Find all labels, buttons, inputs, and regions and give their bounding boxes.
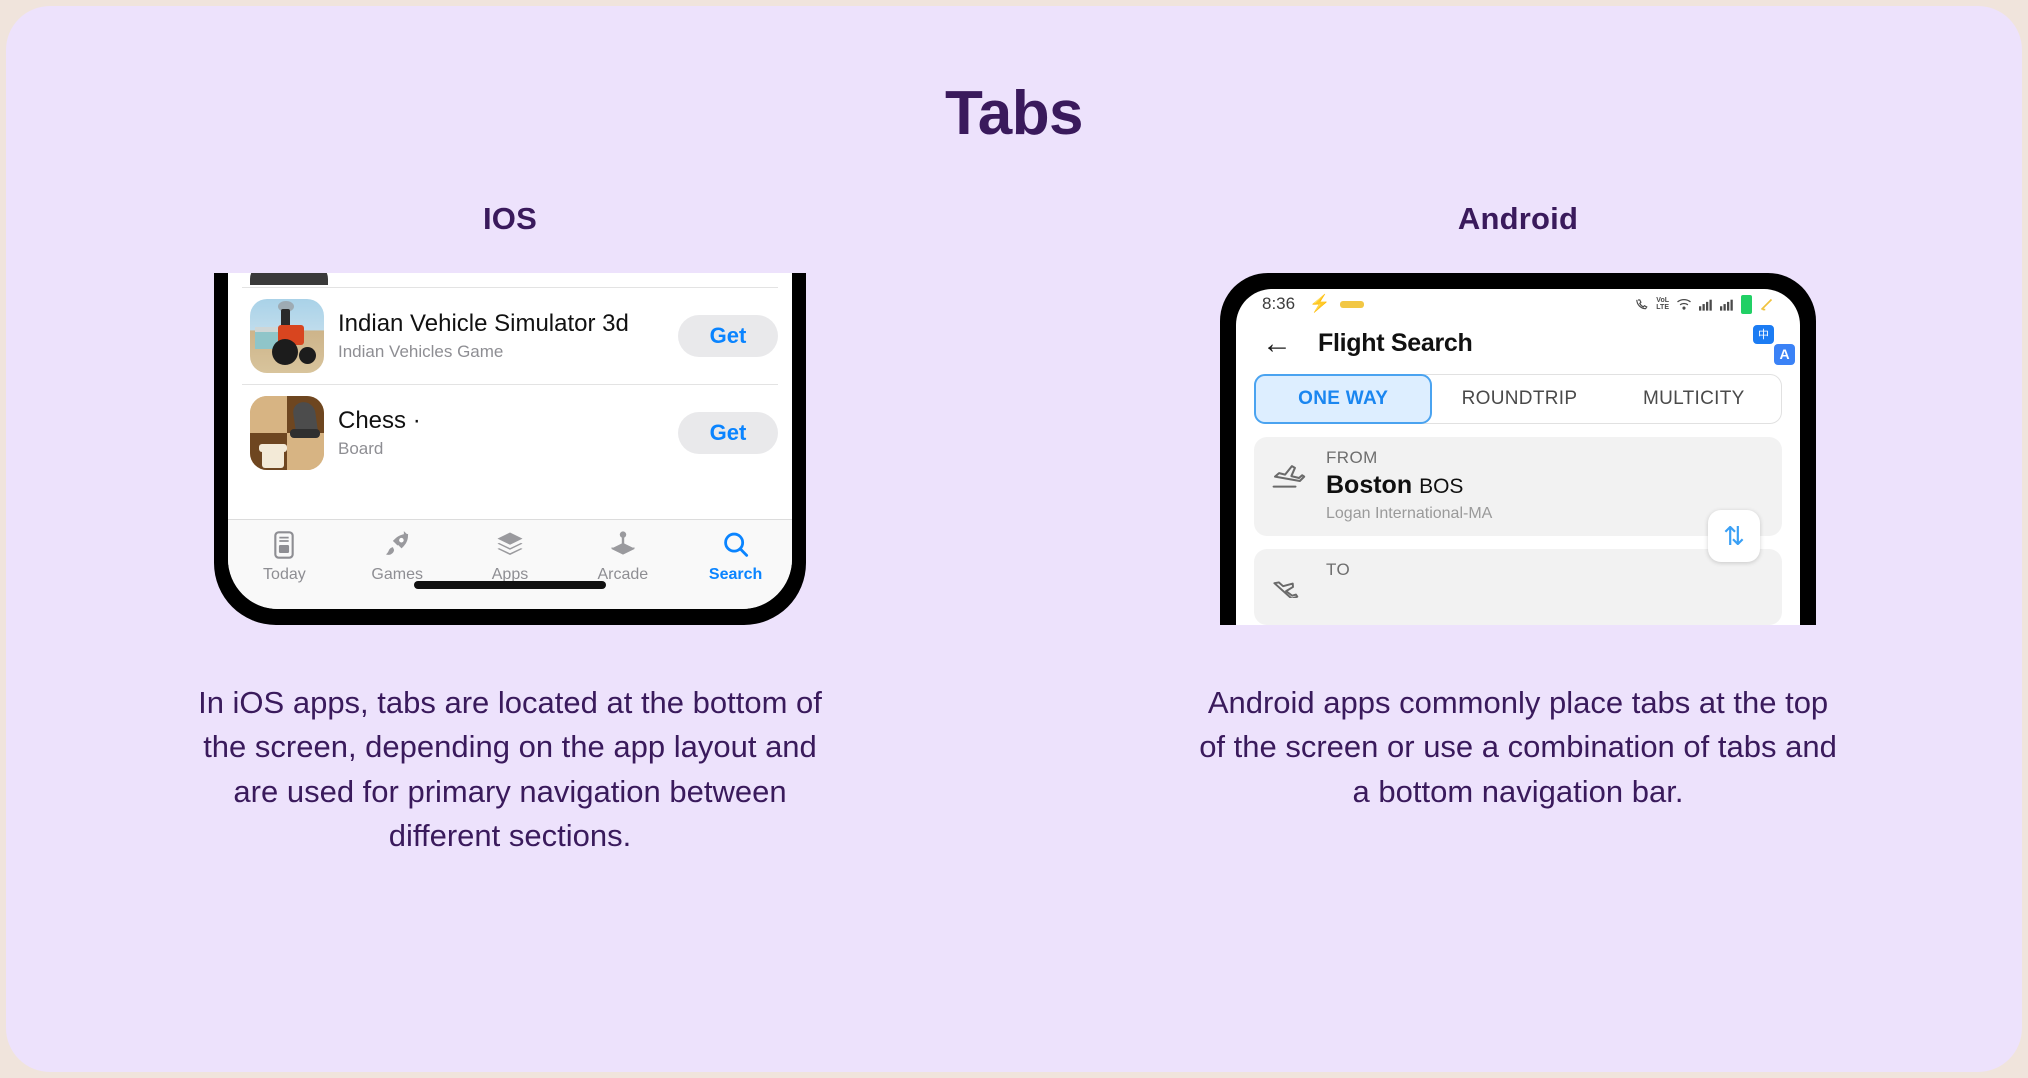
notification-pill-icon [1340,300,1365,308]
tab-one-way[interactable]: ONE WAY [1254,374,1433,424]
tab-games[interactable]: Games [341,529,454,584]
android-column-title: Android [1457,201,1579,236]
row-divider [334,287,778,288]
app-info: Chess · Board [324,407,678,459]
back-arrow-icon[interactable]: ← [1262,328,1292,359]
takeoff-plane-icon [1270,448,1310,495]
app-list-row[interactable]: Chess · Board Get [242,384,778,481]
volte-icon: VoL LTE [1656,297,1669,311]
partial-app-icon [250,273,328,285]
android-caption: Android apps commonly place tabs at the … [1199,685,1837,809]
partial-row-above [242,273,778,287]
tab-apps[interactable]: Apps [454,529,567,584]
page-title: Tabs [944,79,1084,148]
tab-label: Search [708,566,763,583]
row-divider [334,384,778,385]
get-button[interactable]: Get [678,315,778,357]
field-city: Boston BOS [1326,471,1766,500]
slide-canvas: Tabs IOS Indian Vehicle Simulator 3d Ind… [6,6,2022,1072]
get-button[interactable]: Get [678,412,778,454]
ios-screen: Indian Vehicle Simulator 3d Indian Vehic… [228,273,792,609]
landing-plane-icon [1270,560,1310,603]
city-name: Boston [1326,471,1413,499]
tab-roundtrip[interactable]: ROUNDTRIP [1432,388,1606,410]
edit-icon [1759,297,1774,312]
joystick-icon [606,529,640,561]
android-status-bar: 8:36 ⚡ VoL LTE [1240,289,1796,319]
city-code: BOS [1419,475,1464,498]
ios-column-title: IOS [482,201,537,236]
android-column: Android 8:36 ⚡ VoL LTE ← Flight Search A… [1014,201,2022,858]
tab-search[interactable]: Search [679,529,792,584]
ios-caption: In iOS apps, tabs are located at the bot… [198,685,822,853]
tractor-app-icon [250,299,324,373]
status-time: 8:36 [1262,294,1296,313]
swap-button[interactable]: ⇅ [1708,510,1760,562]
comparison-columns: IOS Indian Vehicle Simulator 3d Indian V… [6,201,2022,858]
signal-icon [1699,298,1713,311]
tab-label: Today [263,566,306,583]
today-icon [267,529,301,561]
app-subtitle: Indian Vehicles Game [338,342,504,362]
rocket-icon [380,529,414,561]
app-info: Indian Vehicle Simulator 3d Indian Vehic… [324,310,678,362]
android-tab-row: ONE WAY ROUNDTRIP MULTICITY [1254,374,1782,424]
translate-glyph: 中 [1753,324,1774,344]
ios-phone-mockup: Indian Vehicle Simulator 3d Indian Vehic… [210,273,810,625]
airport-name: Logan International-MA [1326,505,1493,522]
app-list-row[interactable]: Indian Vehicle Simulator 3d Indian Vehic… [242,287,778,384]
android-app-bar: ← Flight Search A 中 [1240,319,1796,368]
android-screen: 8:36 ⚡ VoL LTE ← Flight Search A 中 ONE W… [1236,289,1800,625]
ios-phone-frame: Indian Vehicle Simulator 3d Indian Vehic… [214,273,806,625]
android-phone-frame: 8:36 ⚡ VoL LTE ← Flight Search A 中 ONE W… [1220,273,1816,625]
ios-column: IOS Indian Vehicle Simulator 3d Indian V… [6,201,1014,858]
from-field[interactable]: FROM Boston BOS Logan International-MA ⇅ [1254,437,1782,562]
wifi-icon [1676,298,1692,311]
app-bar-title: Flight Search [1318,329,1473,357]
battery-icon [1741,294,1752,314]
field-label: TO [1326,560,1351,579]
app-name: Indian Vehicle Simulator 3d [338,309,629,337]
signal-icon [1720,298,1734,311]
app-subtitle: Board [338,439,384,459]
to-field[interactable]: TO [1254,549,1782,625]
tab-arcade[interactable]: Arcade [566,529,679,584]
tab-today[interactable]: Today [228,529,341,584]
status-icons: VoL LTE [1634,294,1774,314]
search-icon [719,529,753,561]
call-icon [1634,297,1649,311]
translate-letter: A [1774,343,1795,365]
chess-app-icon [250,396,324,470]
app-store-list: Indian Vehicle Simulator 3d Indian Vehic… [228,273,792,519]
tab-label: Arcade [597,566,649,583]
ios-tab-bar: Today Games Apps Arcade Search [228,519,792,609]
home-indicator [414,581,606,589]
bolt-icon: ⚡ [1309,294,1331,313]
field-label: FROM [1326,448,1378,467]
tab-multicity[interactable]: MULTICITY [1607,388,1781,410]
android-phone-mockup: 8:36 ⚡ VoL LTE ← Flight Search A 中 ONE W… [1218,273,1818,625]
stack-icon [493,529,527,561]
app-name: Chess · [338,406,421,434]
